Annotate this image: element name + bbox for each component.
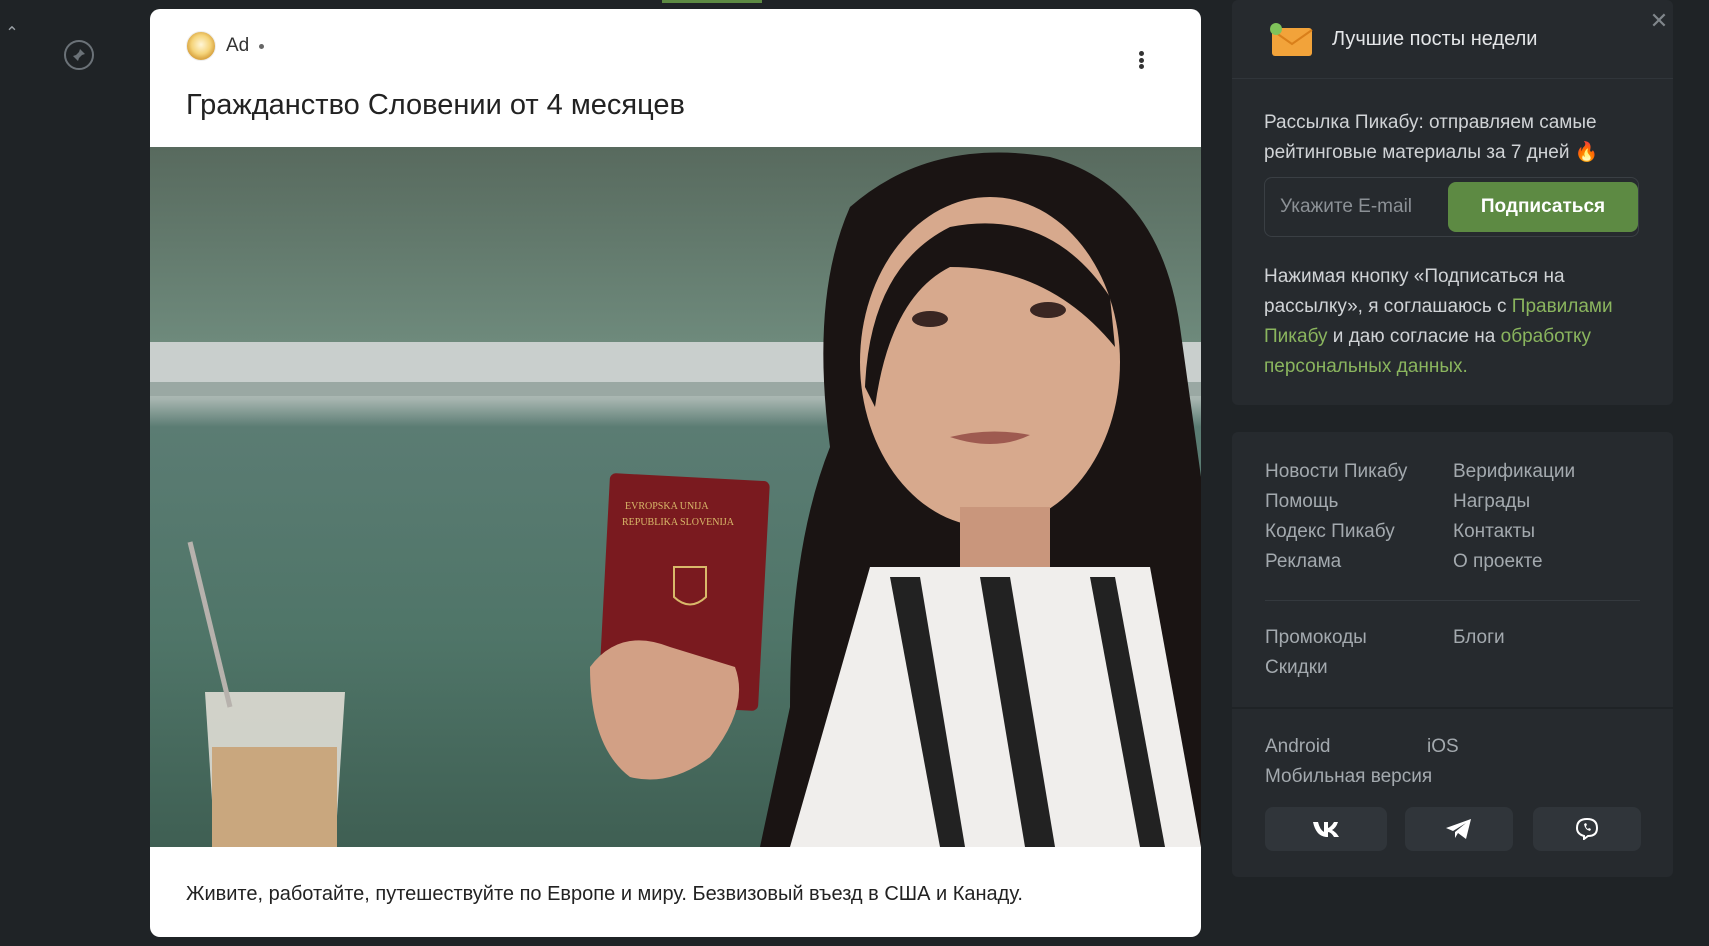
link-ads[interactable]: Реклама (1265, 547, 1407, 577)
divider (1232, 707, 1673, 709)
chevron-up-icon[interactable]: ⌃ (4, 26, 20, 42)
consent-text-part: и даю согласие на (1327, 326, 1501, 347)
telegram-icon (1446, 819, 1471, 839)
link-code[interactable]: Кодекс Пикабу (1265, 517, 1407, 547)
link-mobile[interactable]: Мобильная версия (1265, 762, 1432, 792)
email-form: Подписаться (1264, 177, 1639, 237)
newsletter-description: Рассылка Пикабу: отправляем самые рейтин… (1264, 112, 1599, 163)
link-android[interactable]: Android (1265, 732, 1432, 762)
telegram-button[interactable] (1405, 807, 1513, 851)
more-options-button[interactable] (1131, 45, 1151, 75)
viber-button[interactable] (1533, 807, 1641, 851)
link-help[interactable]: Помощь (1265, 487, 1407, 517)
links-group1-right: Верификации Награды Контакты О проекте (1453, 457, 1575, 577)
ad-description[interactable]: Живите, работайте, путешествуйте по Евро… (186, 883, 1023, 906)
apps-links: Android Мобильная версия (1265, 732, 1432, 792)
link-blogs[interactable]: Блоги (1453, 623, 1505, 653)
divider (1265, 600, 1640, 601)
pin-icon (73, 49, 85, 61)
separator-dot (259, 43, 265, 49)
link-ios[interactable]: iOS (1427, 732, 1459, 762)
link-discounts[interactable]: Скидки (1265, 653, 1367, 683)
vk-icon (1313, 822, 1339, 837)
vk-button[interactable] (1265, 807, 1387, 851)
pin-button[interactable] (64, 40, 94, 70)
link-awards[interactable]: Награды (1453, 487, 1575, 517)
links-group1-left: Новости Пикабу Помощь Кодекс Пикабу Рекл… (1265, 457, 1407, 577)
links-group2-right: Блоги (1453, 623, 1505, 653)
dot-icon (1138, 64, 1144, 69)
link-contacts[interactable]: Контакты (1453, 517, 1575, 547)
links-group2-left: Промокоды Скидки (1265, 623, 1367, 683)
close-icon[interactable]: ✕ (1648, 10, 1670, 32)
ad-card[interactable]: Ad Гражданство Словении от 4 месяцев EVR… (150, 9, 1201, 937)
passport-text-2: REPUBLIKA SLOVENIJA (622, 517, 735, 528)
consent-end: . (1462, 356, 1468, 377)
link-promocodes[interactable]: Промокоды (1265, 623, 1367, 653)
dot-icon (1138, 51, 1144, 56)
email-input[interactable] (1265, 178, 1445, 236)
passport-text-1: EVROPSKA UNIJA (625, 501, 709, 512)
subscribe-button[interactable]: Подписаться (1448, 182, 1638, 232)
newsletter-title: Лучшие посты недели (1332, 27, 1538, 50)
advertiser-avatar (186, 31, 216, 61)
ad-image[interactable]: EVROPSKA UNIJA REPUBLIKA SLOVENIJA (150, 147, 1201, 847)
dot-icon (1138, 57, 1144, 63)
ad-photo: EVROPSKA UNIJA REPUBLIKA SLOVENIJA (150, 152, 1201, 847)
ad-title[interactable]: Гражданство Словении от 4 месяцев (186, 89, 685, 122)
link-about[interactable]: О проекте (1453, 547, 1575, 577)
envelope-icon (1270, 23, 1313, 56)
consent-text: Нажимая кнопку «Подписаться на рассылку»… (1264, 262, 1644, 382)
link-verification[interactable]: Верификации (1453, 457, 1575, 487)
newsletter-header: Лучшие посты недели (1232, 0, 1673, 79)
apps-links-ios: iOS (1427, 732, 1459, 762)
ad-label: Ad (226, 35, 250, 56)
newsletter-card: Лучшие посты недели Рассылка Пикабу: отп… (1232, 0, 1673, 405)
link-pikabu-news[interactable]: Новости Пикабу (1265, 457, 1407, 487)
ad-header: Ad (186, 31, 265, 61)
viber-icon (1575, 818, 1599, 840)
active-tab-indicator (662, 0, 762, 3)
